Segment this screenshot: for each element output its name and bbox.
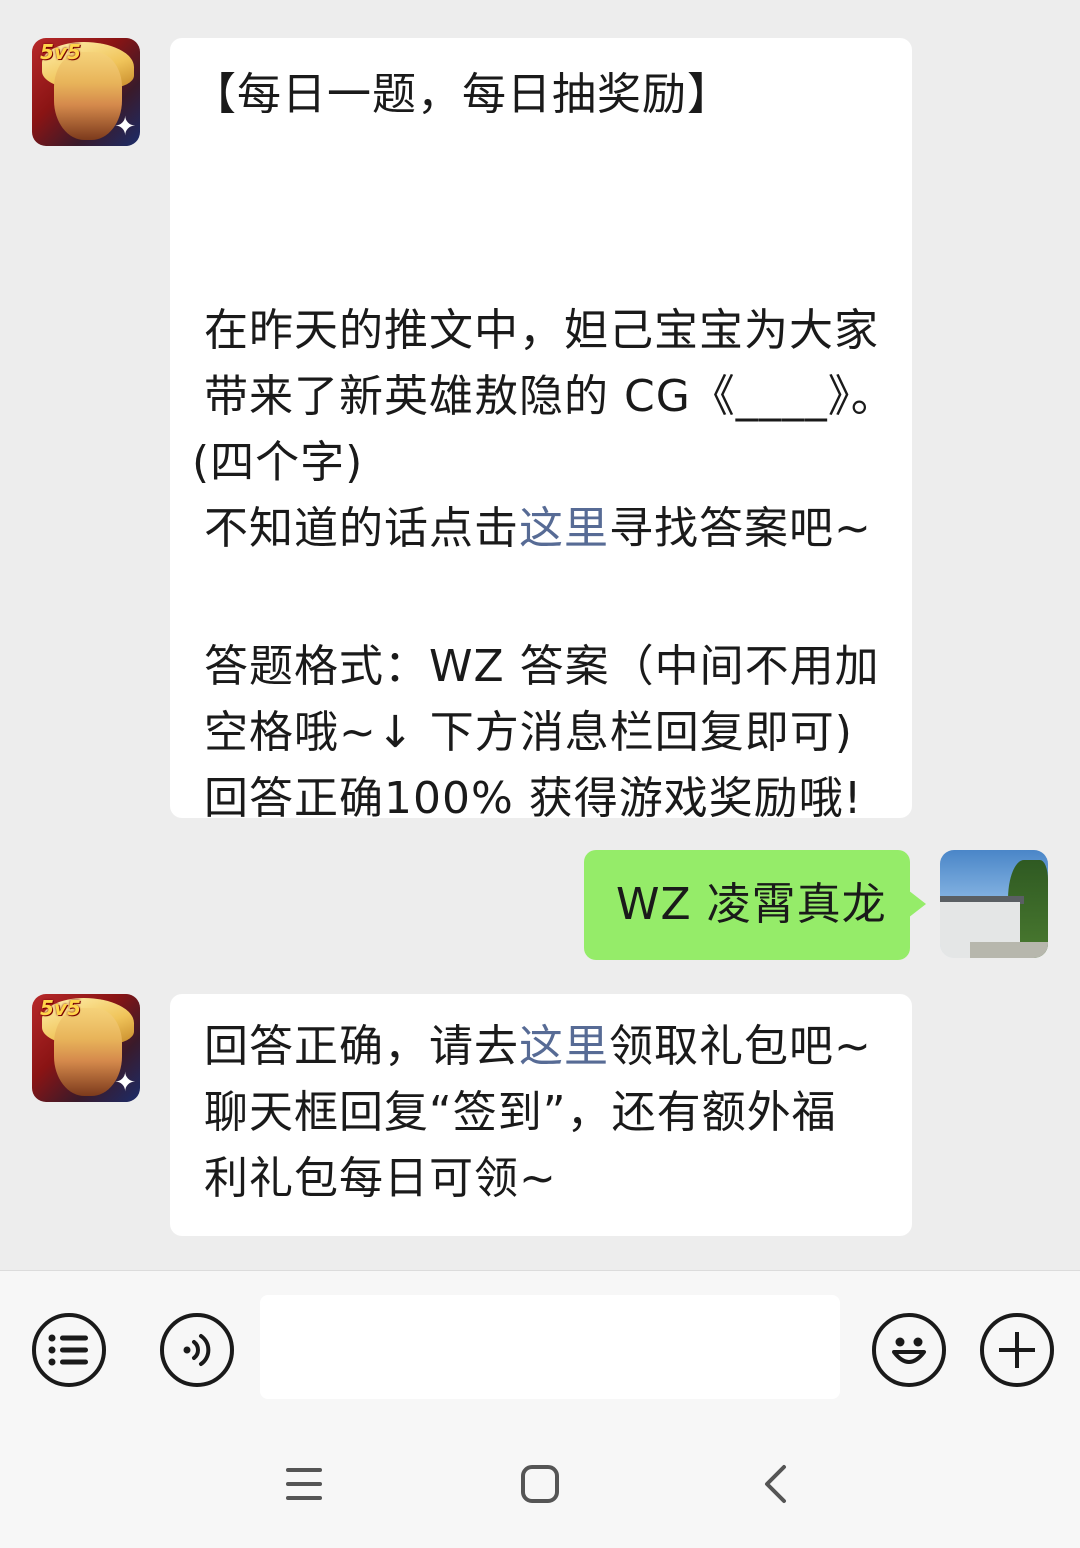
message-input[interactable] [260, 1295, 840, 1399]
answer-format: 答题格式：WZ 答案（中间不用加 空格哦~↓ 下方消息栏回复即可) 回答正确10… [204, 634, 880, 832]
game-badge: 5v5 [40, 996, 81, 1020]
avatar-road [970, 942, 1048, 958]
message-bubble-question: 【每日一题，每日抽奖励】 在昨天的推文中，妲己宝宝为大家 带来了新英雄敖隐的 C… [170, 38, 912, 824]
official-account-avatar[interactable]: 5v5 ✦ [32, 994, 140, 1102]
nav-menu-button[interactable] [284, 1464, 324, 1508]
sparkle-icon: ✦ [114, 112, 136, 142]
question-title: 【每日一题，每日抽奖励】 [192, 69, 732, 120]
menu-button[interactable] [32, 1313, 106, 1387]
reply-line: 聊天框回复“签到”，还有额外福 [204, 1087, 837, 1138]
question-line: (四个字) [192, 437, 364, 488]
sparkle-icon: ✦ [114, 1068, 136, 1098]
question-line: 在昨天的推文中，妲己宝宝为大家 [204, 305, 879, 356]
message-bubble-reply: 回答正确，请去这里领取礼包吧~ 聊天框回复“签到”，还有额外福 利礼包每日可领~ [170, 994, 912, 1236]
hint-line: 不知道的话点击这里寻找答案吧~ [204, 496, 896, 562]
answer-link[interactable]: 这里 [519, 503, 609, 554]
user-avatar[interactable] [940, 850, 1048, 958]
reply-line: 回答正确，请去这里领取礼包吧~ [204, 1014, 872, 1080]
plus-button[interactable] [980, 1313, 1054, 1387]
reply-suffix: 领取礼包吧~ [609, 1021, 872, 1072]
voice-button[interactable] [160, 1313, 234, 1387]
question-line: 带来了新英雄敖隐的 CG《____》。 [204, 371, 896, 422]
reply-prefix: 回答正确，请去 [204, 1021, 519, 1072]
avatar-face [54, 52, 122, 140]
format-line: 空格哦~↓ 下方消息栏回复即可) [204, 707, 853, 758]
emoji-icon [892, 1337, 926, 1364]
gift-link[interactable]: 这里 [519, 1021, 609, 1072]
nav-menu-icon [286, 1468, 322, 1500]
game-badge: 5v5 [40, 40, 81, 64]
official-account-avatar[interactable]: 5v5 ✦ [32, 38, 140, 146]
nav-home-button[interactable] [520, 1464, 560, 1508]
nav-home-icon [521, 1465, 559, 1503]
avatar-face [54, 1008, 122, 1096]
format-line: 答题格式：WZ 答案（中间不用加 [204, 641, 880, 692]
format-line: 回答正确100% 获得游戏奖励哦! [204, 773, 863, 824]
nav-back-icon [765, 1465, 786, 1503]
reply-body: 回答正确，请去这里领取礼包吧~ 聊天框回复“签到”，还有额外福 利礼包每日可领~ [204, 1014, 872, 1212]
nav-back-button[interactable] [760, 1464, 792, 1508]
reply-line: 利礼包每日可领~ [204, 1153, 557, 1204]
sent-text: WZ 凌霄真龙 [616, 879, 887, 930]
hint-suffix: 寻找答案吧~ [609, 503, 872, 554]
question-body: 在昨天的推文中，妲己宝宝为大家 带来了新英雄敖隐的 CG《____》。 (四个字… [192, 298, 896, 562]
plus-icon [999, 1332, 1035, 1368]
menu-icon [48, 1334, 88, 1366]
message-bubble-sent: WZ 凌霄真龙 [584, 850, 926, 960]
system-navigation-bar [0, 1440, 1080, 1547]
emoji-button[interactable] [872, 1313, 946, 1387]
hint-prefix: 不知道的话点击 [204, 503, 519, 554]
voice-icon [183, 1334, 211, 1366]
